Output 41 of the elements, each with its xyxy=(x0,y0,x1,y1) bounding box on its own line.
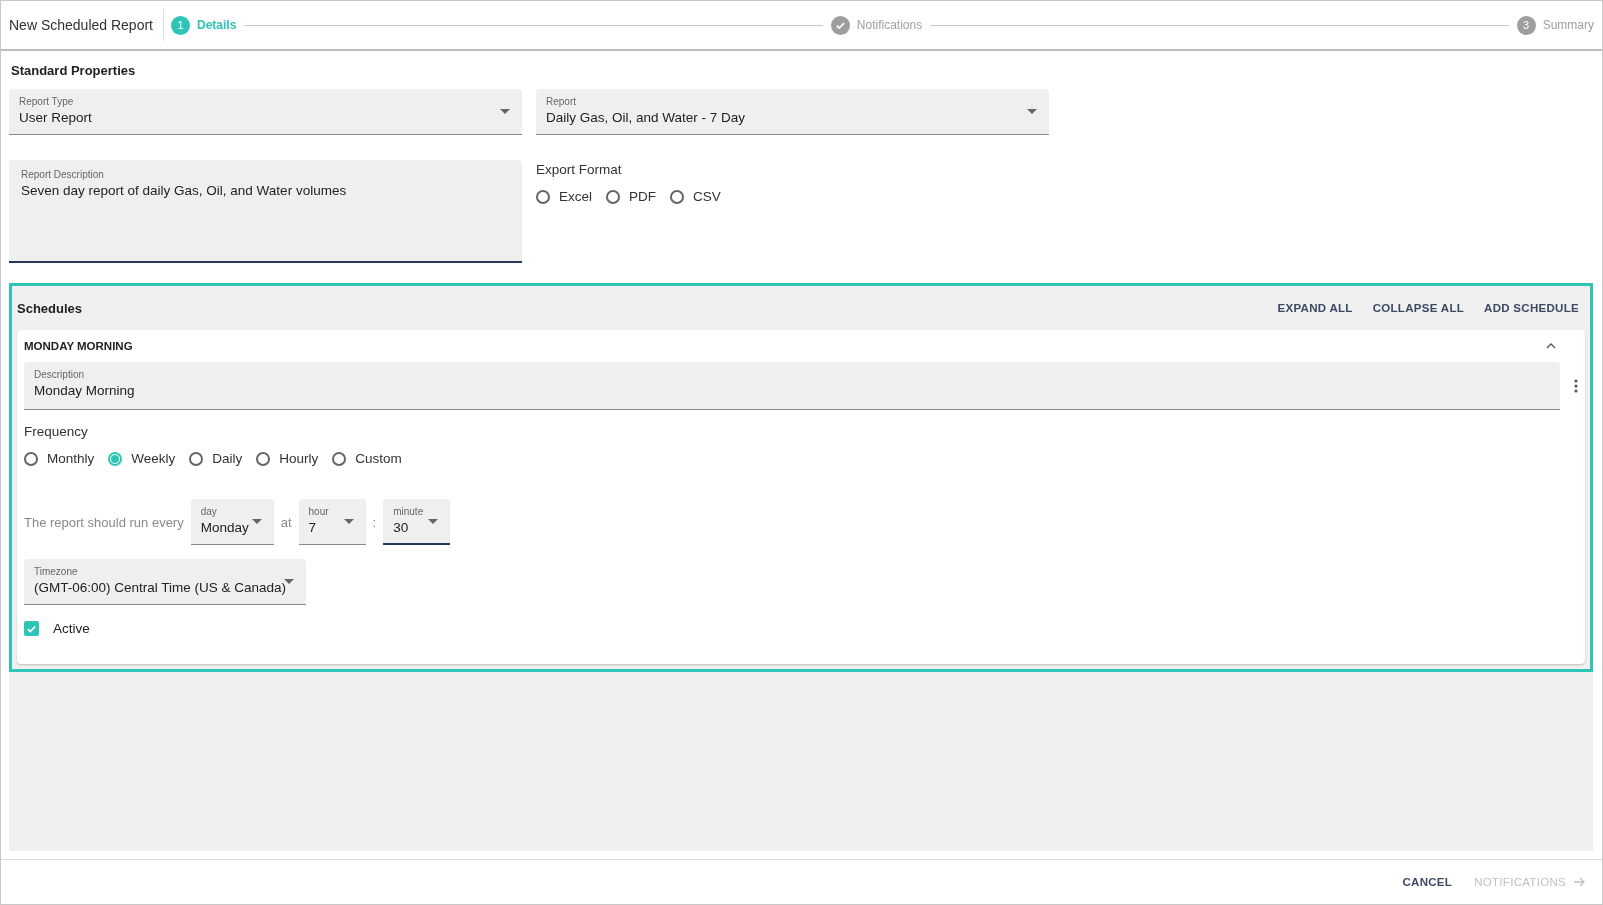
text-button[interactable]: ADD SCHEDULE xyxy=(1478,298,1585,318)
section-heading: Schedules xyxy=(17,300,83,316)
at-text: at xyxy=(280,514,292,530)
schedule-title: MONDAY MORNING xyxy=(24,340,133,352)
radio-option[interactable]: CSV xyxy=(670,189,721,204)
report-select[interactable]: Report Daily Gas, Oil, and Water - 7 Day xyxy=(536,89,1049,135)
step-badge: 3 xyxy=(1516,15,1536,35)
active-checkbox[interactable]: Active xyxy=(24,621,1578,636)
day-select[interactable]: day Monday xyxy=(190,499,274,545)
report-description-field[interactable]: Report Description Seven day report of daily Gas, Oil, and Water volumes xyxy=(9,160,522,263)
caret-icon xyxy=(1027,109,1037,114)
colon-text: : xyxy=(372,514,377,530)
description-field[interactable]: Description Monday Morning xyxy=(24,362,1560,410)
cancel-button[interactable]: CANCEL xyxy=(1396,872,1459,892)
radio-option[interactable]: Weekly xyxy=(108,451,176,466)
radio-option[interactable]: Hourly xyxy=(256,451,319,466)
caret-icon xyxy=(500,109,510,114)
export-format-label: Export Format xyxy=(536,162,623,177)
radio-option[interactable]: Daily xyxy=(189,451,243,466)
text-button[interactable]: EXPAND ALL xyxy=(1271,298,1359,318)
hour-select[interactable]: hour 7 xyxy=(298,499,366,545)
radio-option[interactable]: Custom xyxy=(332,451,402,466)
radio-option[interactable]: Monthly xyxy=(24,451,95,466)
text-button[interactable]: COLLAPSE ALL xyxy=(1366,298,1471,318)
more-options-icon[interactable] xyxy=(1574,379,1578,393)
caret-icon xyxy=(251,519,262,524)
radio-option[interactable]: Excel xyxy=(536,189,592,204)
report-type-select[interactable]: Report Type User Report xyxy=(9,89,522,135)
section-heading: Standard Properties xyxy=(11,63,137,78)
arrow-right-icon xyxy=(1574,877,1586,887)
step-badge: 1 xyxy=(171,15,190,35)
radio-option[interactable]: PDF xyxy=(606,189,656,204)
minute-select[interactable]: minute 30 xyxy=(383,499,451,545)
caret-icon xyxy=(428,519,439,524)
timezone-select[interactable]: Timezone (GMT-06:00) Central Time (US & Canada) xyxy=(24,559,306,605)
chevron-icon[interactable] xyxy=(1546,343,1556,349)
caret-icon xyxy=(284,579,294,584)
frequency-label: Frequency xyxy=(24,424,89,439)
caret-icon xyxy=(343,519,354,524)
page-title: New Scheduled Report xyxy=(9,17,153,33)
schedule-sentence: The report should run every xyxy=(24,514,184,530)
